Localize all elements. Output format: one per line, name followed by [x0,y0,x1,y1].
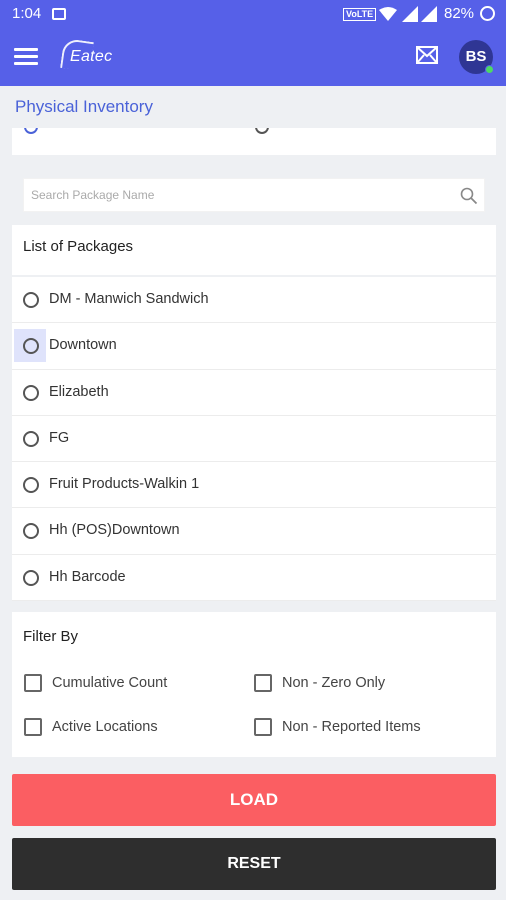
signal-icon [421,6,437,22]
list-item[interactable]: Hh (POS)Downtown [12,508,496,555]
search-input[interactable] [24,179,454,211]
status-bar: 1:04 VoLTE 82% [0,0,506,28]
page-title: Physical Inventory [15,97,153,116]
list-item[interactable]: DM - Manwich Sandwich [12,277,496,324]
signal-icon [402,6,418,22]
radio-button[interactable] [23,292,39,308]
checkbox[interactable] [24,718,42,736]
gallery-icon [52,8,66,20]
package-label: Fruit Products-Walkin 1 [49,476,200,493]
checkbox-label: Non - Zero Only [282,675,386,691]
reset-button[interactable]: RESET [12,838,496,890]
packages-heading: List of Packages [23,238,134,255]
mail-icon[interactable] [416,46,438,64]
list-item[interactable]: Hh Barcode [12,554,496,602]
search-bar [23,178,485,212]
radio-button[interactable] [255,128,269,134]
filter-card: Filter By Cumulative Count Non - Zero On… [12,612,496,757]
radio-button[interactable] [23,430,39,447]
radio-button[interactable] [24,128,38,134]
scrolled-options-card [12,128,496,155]
hamburger-icon[interactable] [14,48,38,66]
list-item[interactable]: Fruit Products-Walkin 1 [12,462,496,509]
network-badge: VoLTE [343,8,377,21]
list-item[interactable]: FG [12,415,496,463]
app-bar: Eatec BS [0,28,506,86]
battery-level: 82% [444,5,475,22]
eatec-logo: Eatec [60,38,122,74]
checkbox-label: Non - Reported Items [282,719,421,735]
checkbox[interactable] [254,674,272,692]
status-time: 1:04 [12,5,42,22]
avatar[interactable]: BS [459,40,494,74]
checkbox-label: Active Locations [52,719,158,735]
package-label: Hh Barcode [49,568,126,585]
checkbox-label: Cumulative Count [52,675,168,691]
package-label: Elizabeth [49,383,109,400]
avatar-initials: BS [465,48,487,65]
package-label: FG [49,429,70,446]
search-icon[interactable] [460,187,478,205]
checkbox[interactable] [24,674,42,692]
radio-button[interactable] [23,384,39,401]
package-label: Downtown [49,337,117,354]
battery-icon [480,6,495,21]
radio-button[interactable] [23,569,39,586]
load-button[interactable]: LOAD [12,774,496,826]
package-label: Hh (POS)Downtown [49,522,180,539]
package-label: DM - Manwich Sandwich [49,291,209,307]
package-list: DM - Manwich Sandwich Downtown Elizabeth… [12,277,496,602]
wifi-icon [379,7,397,21]
checkbox[interactable] [254,718,272,736]
filter-heading: Filter By [23,628,79,645]
list-item[interactable]: Elizabeth [12,369,496,416]
list-item[interactable]: Downtown [12,323,496,370]
online-status-dot [485,65,494,74]
packages-header: List of Packages [12,225,496,275]
